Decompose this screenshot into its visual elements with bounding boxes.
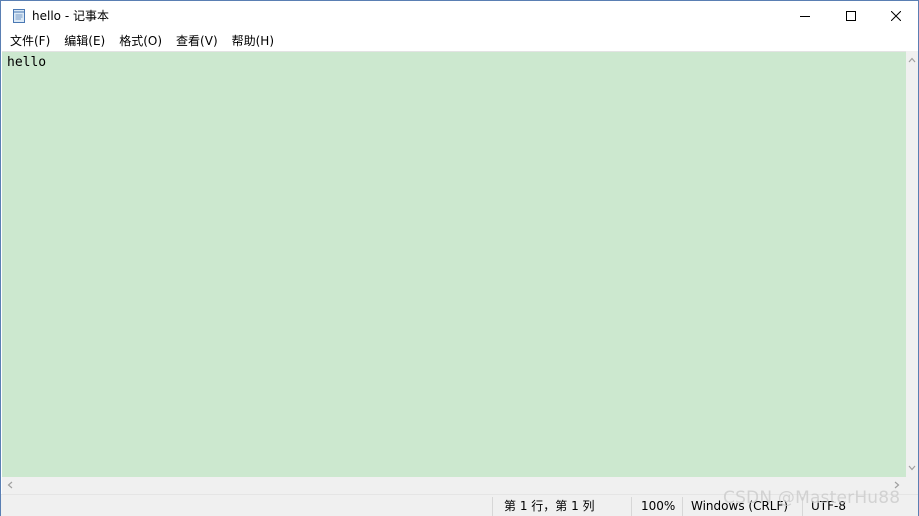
menu-edit[interactable]: 编辑(E): [57, 31, 112, 51]
zoom-level: 100%: [641, 499, 676, 513]
text-editor[interactable]: hello: [2, 51, 906, 477]
scroll-up-icon[interactable]: [906, 54, 918, 66]
menu-file[interactable]: 文件(F): [3, 31, 57, 51]
maximize-button[interactable]: [828, 1, 874, 31]
menu-help[interactable]: 帮助(H): [225, 31, 281, 51]
minimize-icon: [800, 16, 810, 17]
title-bar[interactable]: hello - 记事本: [1, 1, 918, 31]
scroll-left-icon[interactable]: [4, 479, 16, 491]
vertical-scrollbar[interactable]: [906, 51, 918, 477]
menu-format[interactable]: 格式(O): [112, 31, 169, 51]
watermark: CSDN @MasterHu88: [723, 488, 901, 508]
editor-content[interactable]: hello: [7, 55, 46, 71]
menu-bar: 文件(F) 编辑(E) 格式(O) 查看(V) 帮助(H): [1, 31, 918, 51]
status-separator: [492, 497, 493, 516]
maximize-icon: [846, 11, 856, 21]
status-separator: [682, 497, 683, 516]
close-icon: [891, 11, 901, 21]
notepad-window: hello - 记事本 文件(F) 编辑(E) 格式(O) 查看(V) 帮助(H…: [0, 0, 919, 516]
close-button[interactable]: [873, 1, 919, 31]
scroll-down-icon[interactable]: [906, 462, 918, 474]
notepad-icon: [11, 8, 27, 24]
cursor-position: 第 1 行，第 1 列: [504, 499, 595, 513]
status-separator: [631, 497, 632, 516]
window-title: hello - 记事本: [32, 9, 109, 23]
minimize-button[interactable]: [782, 1, 828, 31]
menu-view[interactable]: 查看(V): [169, 31, 225, 51]
scrollbar-corner: [906, 477, 918, 494]
